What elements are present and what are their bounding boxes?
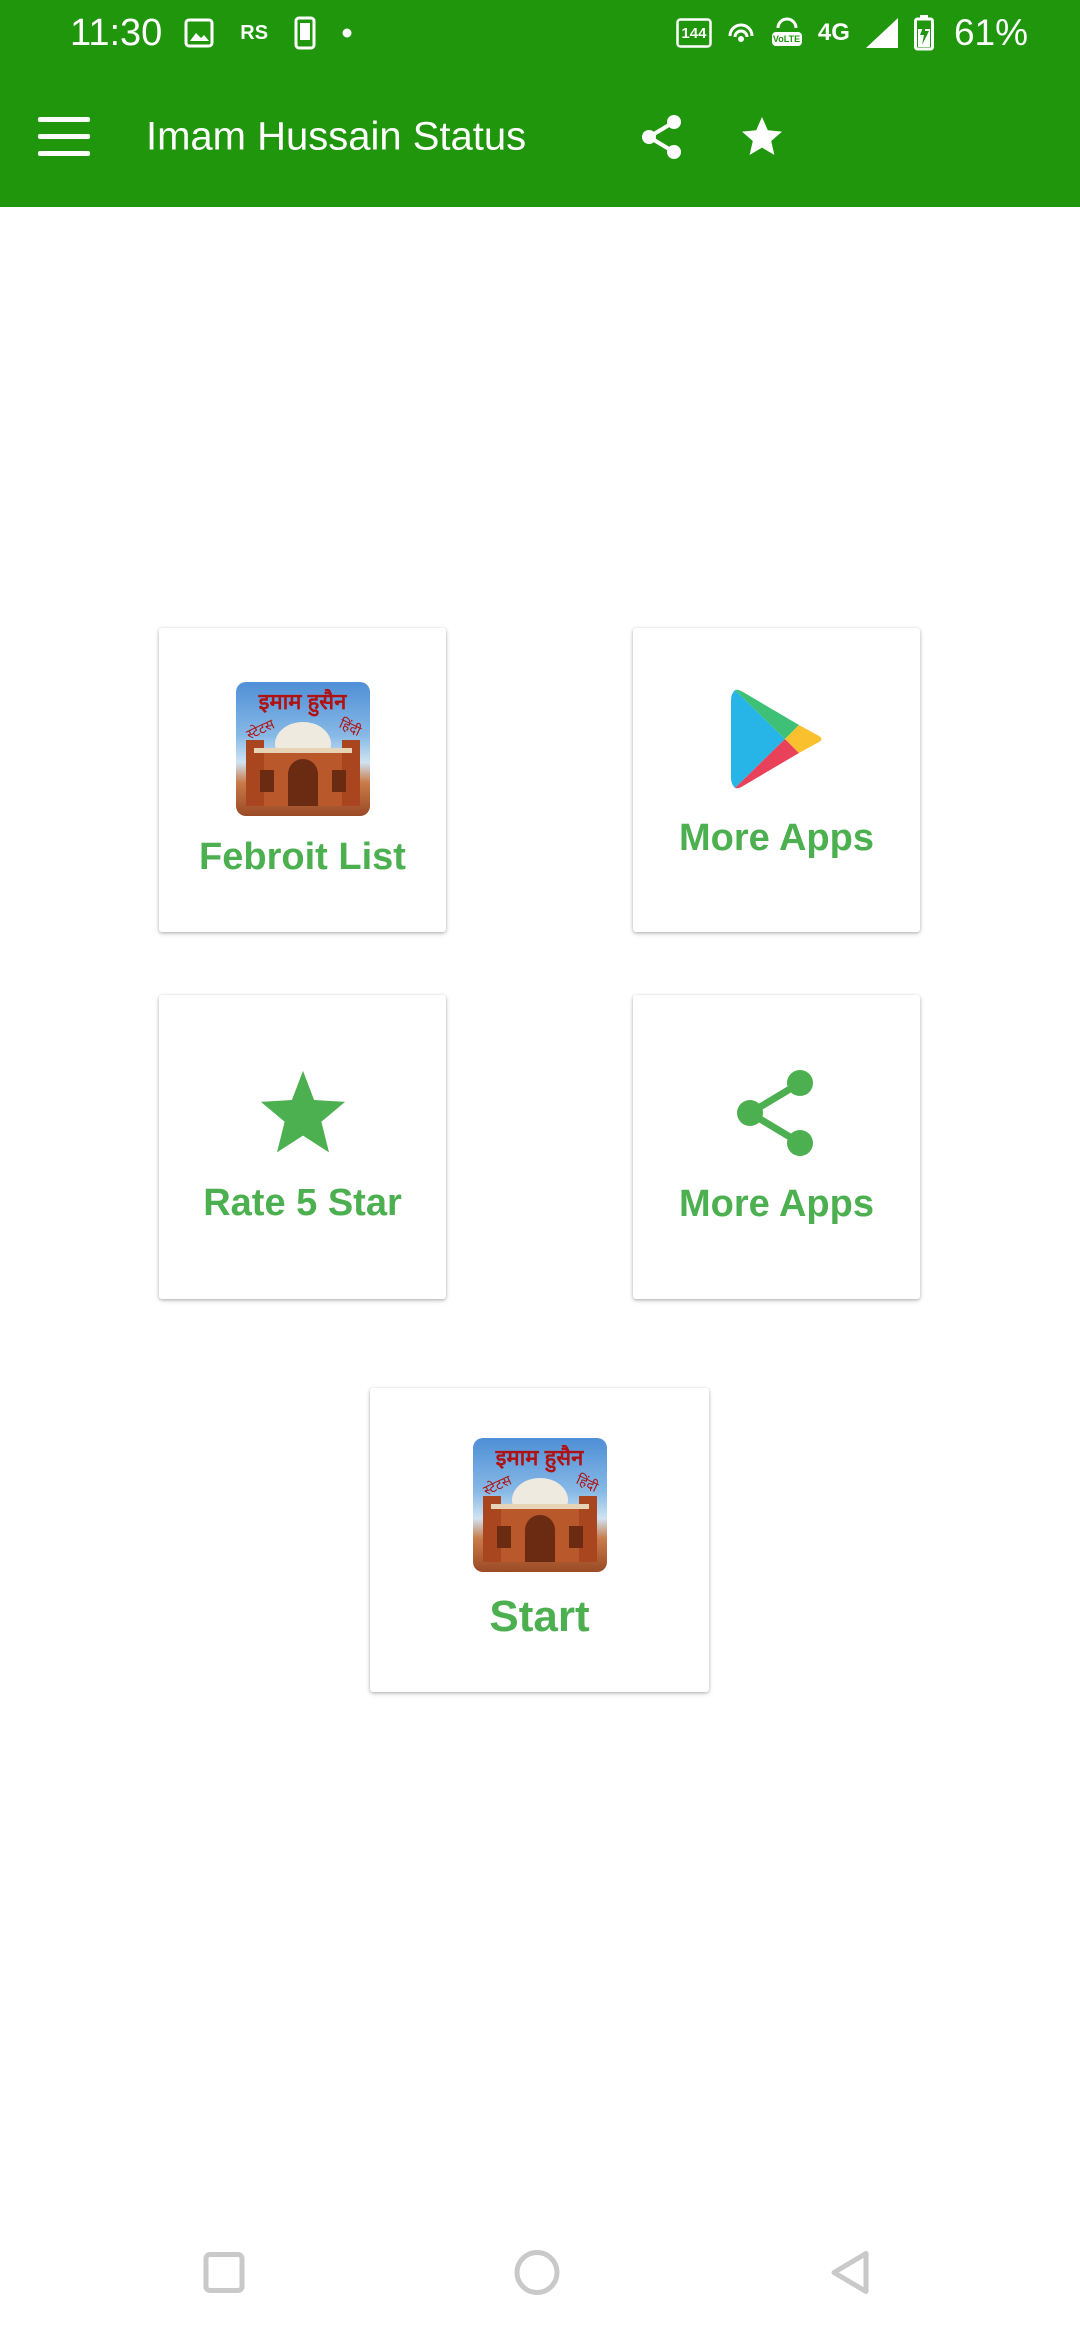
app-bar: 11:30 RS 144 VoLTE 4G 61% Imam Hussain S… [0, 0, 1080, 207]
system-nav-bar [0, 2210, 1080, 2340]
star-icon [257, 1069, 349, 1162]
app-thumbnail: इमाम हुसैन स्टेटस हिंदी [235, 681, 370, 816]
thumbnail-caption: इमाम हुसैन [495, 1445, 584, 1470]
hotspot-icon [726, 18, 756, 48]
rate-card[interactable]: Rate 5 Star [159, 995, 446, 1299]
thumbnail-caption: इमाम हुसैन [258, 688, 347, 714]
battery-percent: 61% [953, 12, 1028, 53]
share-icon [734, 1068, 820, 1163]
phone-icon [294, 16, 316, 50]
network-type: 4G [817, 19, 850, 46]
more-apps-label: More Apps [679, 817, 874, 859]
share-icon[interactable] [632, 107, 692, 167]
volte-icon: VoLTE [770, 16, 804, 50]
gallery-icon [184, 18, 214, 48]
favorite-list-card[interactable]: इमाम हुसैन स्टेटस हिंदी Febroit List [159, 628, 446, 932]
more-apps-play-card[interactable]: More Apps [633, 628, 920, 932]
start-card[interactable]: इमाम हुसैन स्टेटस हिंदी Start [370, 1388, 709, 1692]
menu-icon[interactable] [38, 116, 90, 157]
rs-app-icon: RS [240, 22, 269, 44]
rate-label: Rate 5 Star [203, 1182, 402, 1224]
battery-icon [913, 15, 934, 51]
home-icon[interactable] [512, 2248, 562, 2303]
status-right-group: 144 VoLTE 4G 61% [676, 12, 1028, 54]
status-time: 11:30 [70, 11, 163, 54]
star-icon[interactable] [732, 107, 792, 167]
notification-dot-icon [342, 28, 352, 38]
favorite-list-label: Febroit List [199, 835, 406, 878]
back-icon[interactable] [828, 2250, 872, 2301]
more-apps-share-label: More Apps [679, 1183, 874, 1225]
app-thumbnail: इमाम हुसैन स्टेटस हिंदी [472, 1438, 607, 1572]
signal-icon [864, 16, 900, 50]
refresh-rate-icon: 144 [676, 18, 712, 48]
status-bar: 11:30 RS 144 VoLTE 4G 61% [0, 0, 1080, 66]
start-label: Start [489, 1592, 590, 1641]
more-apps-share-card[interactable]: More Apps [633, 995, 920, 1299]
recents-icon[interactable] [202, 2251, 246, 2300]
page-title: Imam Hussain Status [146, 114, 527, 158]
toolbar: Imam Hussain Status [0, 66, 1080, 207]
play-store-icon [727, 686, 827, 797]
